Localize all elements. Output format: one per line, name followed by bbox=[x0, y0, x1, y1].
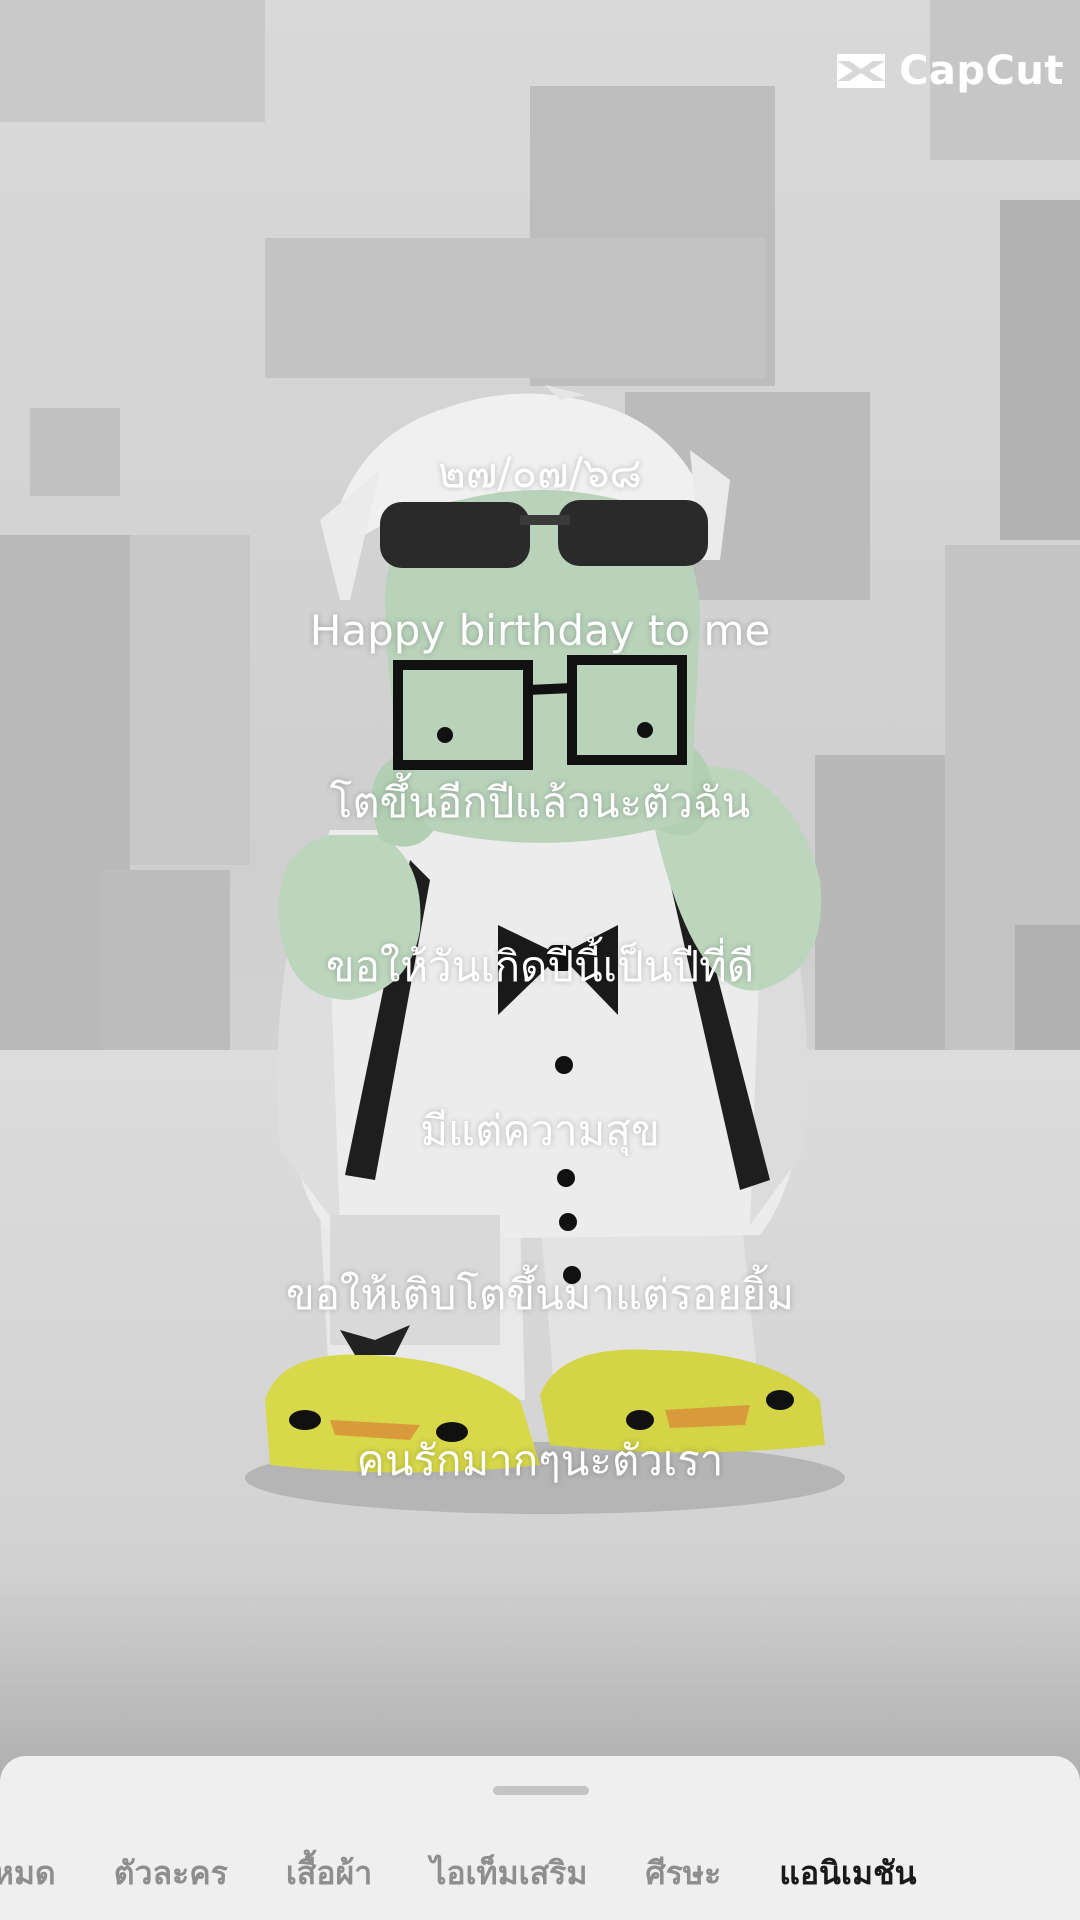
overlay-line: มีแต่ความสุข bbox=[420, 1106, 660, 1155]
category-tabs: ทั้งหมด ตัวละคร เสื้อผ้า ไอเท็มเสริม ศีร… bbox=[0, 1848, 917, 1899]
right-duck-eye-2 bbox=[766, 1390, 794, 1410]
glasses-bridge bbox=[527, 683, 573, 695]
bottom-sheet: ทั้งหมด ตัวละคร เสื้อผ้า ไอเท็มเสริม ศีร… bbox=[0, 1756, 1080, 1920]
tab-character[interactable]: ตัวละคร bbox=[114, 1848, 228, 1899]
sunglasses-left-lens bbox=[380, 502, 530, 568]
drag-handle[interactable] bbox=[493, 1786, 589, 1795]
left-eye bbox=[437, 727, 453, 743]
capcut-watermark: CapCut bbox=[833, 48, 1064, 94]
left-duck-eye bbox=[289, 1410, 321, 1430]
overlay-line: Happy birthday to me bbox=[309, 606, 771, 655]
overlay-line: คนรักมากๆนะตัวเรา bbox=[356, 1436, 724, 1485]
tab-accessories[interactable]: ไอเท็มเสริม bbox=[430, 1848, 587, 1899]
tab-animation[interactable]: แอนิเมชัน bbox=[779, 1848, 916, 1899]
tab-clothing[interactable]: เสื้อผ้า bbox=[286, 1848, 372, 1899]
shirt-button bbox=[557, 1169, 575, 1187]
right-duck-eye bbox=[626, 1410, 654, 1430]
overlay-line: ขอให้วันเกิดปีนี้เป็นปีที่ดี bbox=[325, 942, 755, 991]
tab-all[interactable]: ทั้งหมด bbox=[0, 1848, 56, 1899]
overlay-line: ขอให้เติบโตขึ้นมาแต่รอยยิ้ม bbox=[286, 1270, 794, 1319]
right-eye bbox=[637, 722, 653, 738]
shirt-button bbox=[559, 1213, 577, 1231]
sunglasses-bridge bbox=[520, 515, 570, 525]
shirt-button bbox=[555, 1056, 573, 1074]
tab-head[interactable]: ศีรษะ bbox=[645, 1848, 721, 1899]
overlay-date: ๒๗/๐๗/๖๘ bbox=[438, 448, 642, 497]
capcut-logo-icon bbox=[837, 54, 886, 88]
sunglasses-right-lens bbox=[558, 500, 708, 566]
capcut-brand-text: CapCut bbox=[899, 48, 1064, 94]
video-frame: CapCut ๒๗/๐๗/๖๘ Happy birthday to me โตข… bbox=[0, 0, 1080, 1920]
overlay-line: โตขึ้นอีกปีแล้วนะตัวฉัน bbox=[329, 778, 751, 827]
